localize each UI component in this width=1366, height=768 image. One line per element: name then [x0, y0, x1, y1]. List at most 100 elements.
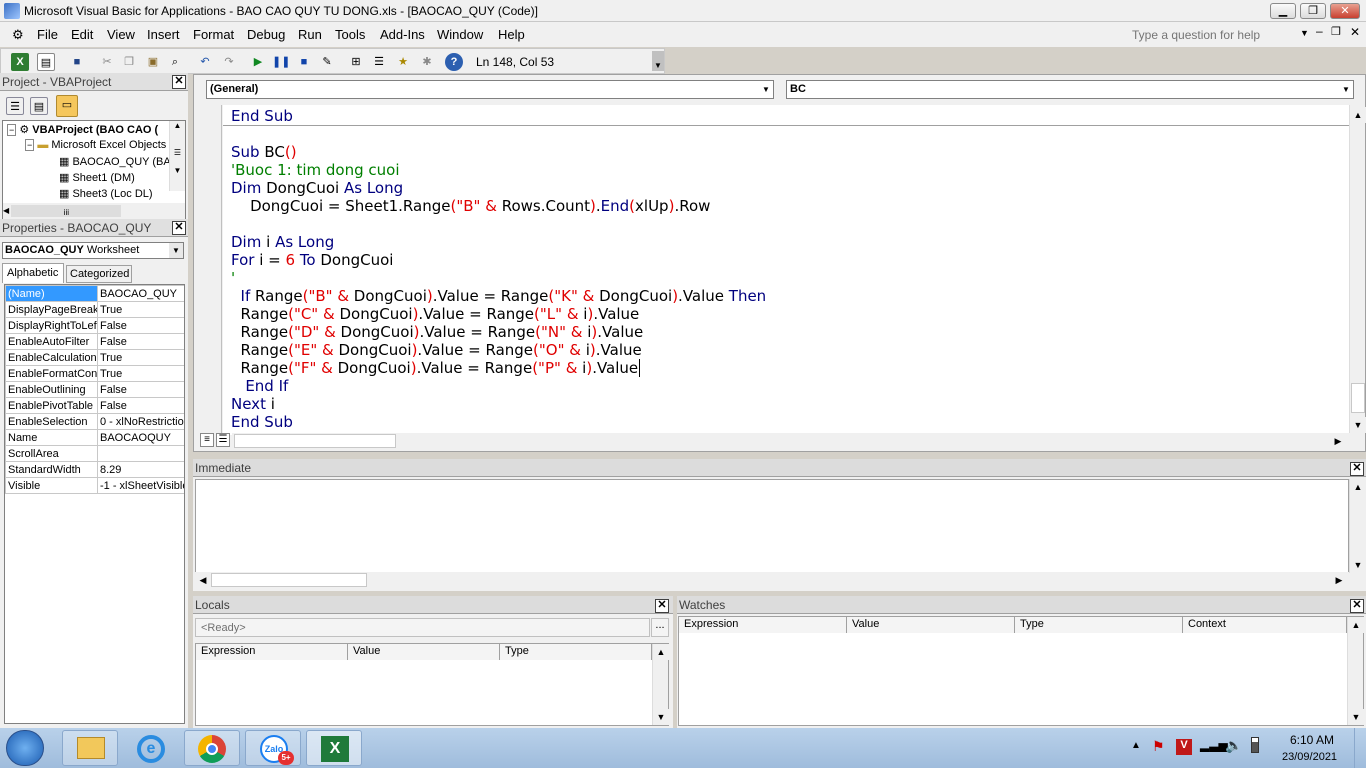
- antivirus-icon[interactable]: V: [1176, 739, 1192, 755]
- property-row[interactable]: EnableSelection 0 - xlNoRestrictio: [5, 413, 184, 430]
- property-row[interactable]: EnableOutlining False: [5, 381, 184, 398]
- save-icon[interactable]: ■: [68, 53, 86, 71]
- property-row[interactable]: (Name) BAOCAO_QUY: [5, 285, 184, 302]
- property-row[interactable]: ScrollArea: [5, 445, 184, 462]
- menu-addins[interactable]: Add-Ins: [380, 27, 425, 42]
- taskbar-excel[interactable]: X: [306, 730, 362, 766]
- column-header-type[interactable]: Type: [500, 644, 652, 660]
- volume-icon[interactable]: 🔈: [1225, 737, 1242, 754]
- collapse-icon[interactable]: −: [25, 139, 35, 151]
- tree-item-sheet1[interactable]: ▦ Sheet1 (DM): [59, 171, 135, 184]
- scroll-left-icon[interactable]: ◀: [195, 572, 211, 588]
- project-tree-vscroll[interactable]: ▲ ☰ ▼: [169, 121, 185, 191]
- excel-icon[interactable]: X: [11, 53, 29, 71]
- property-row[interactable]: EnablePivotTable False: [5, 397, 184, 414]
- minimize-button[interactable]: ▁: [1270, 3, 1296, 19]
- taskbar-zalo[interactable]: Zalo 5+: [245, 730, 301, 766]
- doc-close-button[interactable]: ✕: [1350, 25, 1360, 39]
- object-combo-dropdown-icon[interactable]: ▼: [759, 82, 773, 97]
- column-header-expression[interactable]: Expression: [679, 617, 847, 633]
- tab-alphabetic[interactable]: Alphabetic: [2, 263, 64, 283]
- run-icon[interactable]: ▶: [249, 53, 267, 71]
- scroll-down-icon[interactable]: ▼: [653, 709, 669, 725]
- column-header-value[interactable]: Value: [847, 617, 1015, 633]
- reset-icon[interactable]: ■: [295, 53, 313, 71]
- tree-item-baocao-quy[interactable]: ▦ BAOCAO_QUY (BA: [59, 155, 171, 168]
- locals-close-button[interactable]: ✕: [655, 599, 669, 613]
- cut-icon[interactable]: ✂: [98, 53, 116, 71]
- column-header-expression[interactable]: Expression: [196, 644, 348, 660]
- tree-item-excel-objects[interactable]: − ▬ Microsoft Excel Objects: [25, 139, 166, 151]
- tab-categorized[interactable]: Categorized: [66, 265, 132, 283]
- restore-button[interactable]: ❐: [1300, 3, 1326, 19]
- scroll-up-icon[interactable]: ▲: [1348, 617, 1364, 633]
- watches-vscroll[interactable]: ▲ ▼: [1347, 617, 1364, 725]
- menu-view[interactable]: View: [107, 27, 135, 42]
- copy-icon[interactable]: ❐: [120, 53, 138, 71]
- find-icon[interactable]: ⌕: [166, 53, 184, 71]
- object-combo[interactable]: (General) ▼: [206, 80, 774, 99]
- menu-debug[interactable]: Debug: [247, 27, 285, 42]
- menu-format[interactable]: Format: [193, 27, 234, 42]
- menu-edit[interactable]: Edit: [71, 27, 93, 42]
- menu-tools[interactable]: Tools: [335, 27, 365, 42]
- scroll-up-icon[interactable]: ▲: [1350, 107, 1366, 123]
- scroll-down-icon[interactable]: ▼: [1350, 557, 1366, 573]
- code-hscroll[interactable]: ▶: [232, 433, 1365, 449]
- hscroll-thumb[interactable]: [234, 434, 396, 448]
- scroll-thumb[interactable]: [1351, 383, 1365, 413]
- menu-file[interactable]: File: [37, 27, 58, 42]
- immediate-vscroll[interactable]: ▲ ▼: [1349, 479, 1366, 573]
- watches-close-button[interactable]: ✕: [1350, 599, 1364, 613]
- property-row[interactable]: Visible -1 - xlSheetVisible: [5, 477, 184, 494]
- property-value[interactable]: False: [97, 381, 184, 398]
- property-value[interactable]: -1 - xlSheetVisible: [97, 477, 184, 494]
- hscroll-thumb[interactable]: [211, 573, 367, 587]
- menu-insert[interactable]: Insert: [147, 27, 180, 42]
- property-row[interactable]: EnableFormatCond True: [5, 365, 184, 382]
- property-value[interactable]: 8.29: [97, 461, 184, 478]
- toolbox-icon[interactable]: ✱: [418, 53, 436, 71]
- procedure-combo-dropdown-icon[interactable]: ▼: [1339, 82, 1353, 97]
- help-search-input[interactable]: [1132, 25, 1300, 45]
- properties-close-button[interactable]: ✕: [172, 221, 186, 235]
- properties-window-icon[interactable]: ☰: [370, 53, 388, 71]
- scroll-down-icon[interactable]: ▼: [1350, 417, 1366, 433]
- paste-icon[interactable]: ▣: [144, 53, 162, 71]
- network-icon[interactable]: ▂▃▅: [1200, 738, 1228, 752]
- toolbar-options-icon[interactable]: ▼: [652, 51, 664, 71]
- project-tree-hscroll[interactable]: ◀ iii: [3, 203, 185, 219]
- show-desktop-button[interactable]: [1354, 728, 1366, 768]
- undo-icon[interactable]: ↶: [196, 53, 214, 71]
- property-value[interactable]: True: [97, 301, 184, 318]
- code-editor[interactable]: End Sub Sub BC() 'Buoc 1: tim dong cuoi Di…: [223, 105, 1349, 435]
- scroll-down-icon[interactable]: ▼: [1348, 709, 1364, 725]
- object-selector-dropdown-icon[interactable]: ▼: [169, 243, 183, 258]
- property-value[interactable]: BAOCAOQUY: [97, 429, 184, 446]
- help-dropdown-icon[interactable]: ▼: [1300, 28, 1309, 38]
- property-row[interactable]: EnableCalculation True: [5, 349, 184, 366]
- module-view-icon[interactable]: ☰: [216, 433, 230, 447]
- start-button[interactable]: [6, 730, 44, 766]
- doc-minimize-button[interactable]: –: [1316, 24, 1323, 38]
- scroll-up-icon[interactable]: ▲: [1350, 479, 1366, 495]
- locals-call-stack-button[interactable]: ...: [651, 618, 669, 637]
- show-hidden-icons[interactable]: ▲: [1131, 740, 1141, 751]
- menu-help[interactable]: Help: [498, 27, 525, 42]
- object-browser-icon[interactable]: ★: [394, 53, 412, 71]
- view-object-icon[interactable]: ▤: [30, 97, 48, 115]
- property-value[interactable]: False: [97, 317, 184, 334]
- project-explorer-icon[interactable]: ⊞: [347, 53, 365, 71]
- view-code-icon[interactable]: ☰: [6, 97, 24, 115]
- doc-restore-button[interactable]: ❐: [1331, 25, 1341, 38]
- taskbar-file-explorer[interactable]: [62, 730, 118, 766]
- insert-userform-icon[interactable]: ▤: [37, 53, 55, 71]
- project-explorer-close-button[interactable]: ✕: [172, 75, 186, 89]
- property-row[interactable]: EnableAutoFilter False: [5, 333, 184, 350]
- tree-item-sheet3[interactable]: ▦ Sheet3 (Loc DL): [59, 187, 153, 200]
- toggle-folders-icon[interactable]: ▭: [56, 95, 78, 117]
- immediate-close-button[interactable]: ✕: [1350, 462, 1364, 476]
- close-button[interactable]: ✕: [1330, 3, 1360, 19]
- clock-time[interactable]: 6:10 AM: [1290, 733, 1334, 747]
- menu-window[interactable]: Window: [437, 27, 483, 42]
